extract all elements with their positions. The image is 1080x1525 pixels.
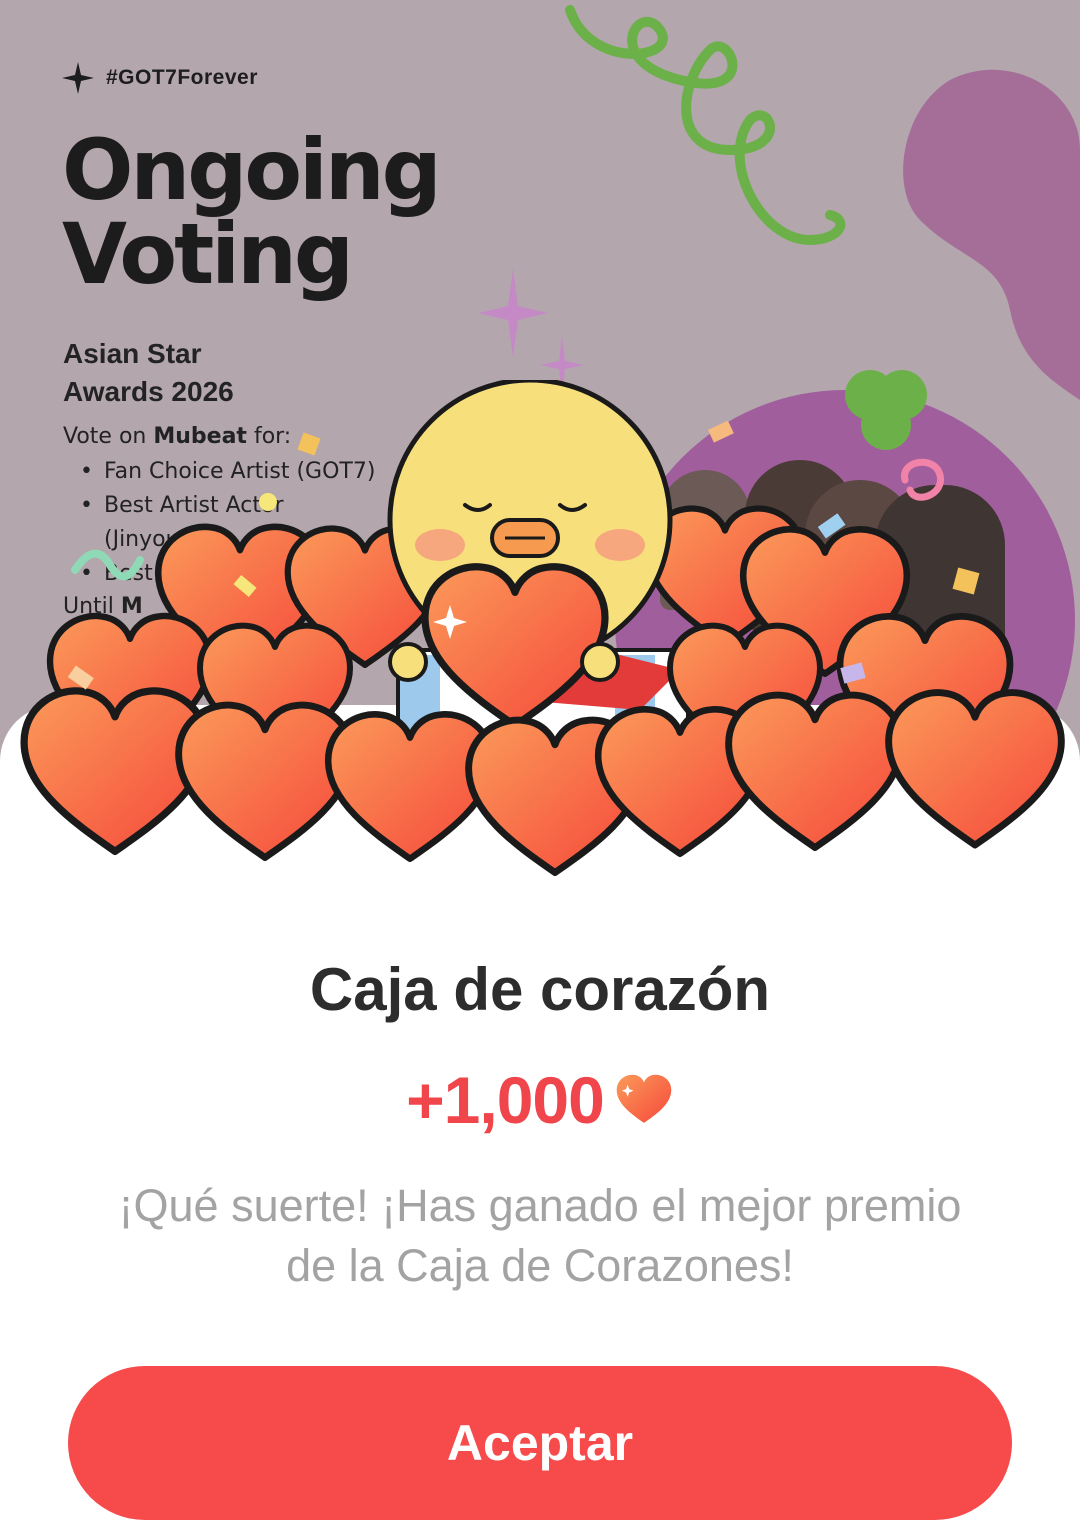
green-squiggle-decoration <box>565 5 846 246</box>
heart-icon <box>179 705 352 857</box>
reward-message: ¡Qué suerte! ¡Has ganado el mejor premio… <box>60 1176 1020 1296</box>
banner-title-line: Voting <box>62 205 354 303</box>
accept-button[interactable]: Aceptar <box>68 1366 1012 1520</box>
banner-title-line: Ongoing <box>62 121 442 219</box>
chick-wing <box>580 642 620 682</box>
heart-icon <box>729 695 902 847</box>
heart-icon <box>889 693 1062 845</box>
four-point-star-icon <box>62 62 94 94</box>
reward-message-line: de la Caja de Corazones! <box>286 1240 794 1291</box>
reward-amount-row: +1,000 <box>0 1062 1080 1138</box>
heart-box-illustration <box>0 380 1080 900</box>
hashtag-row: #GOT7Forever <box>62 62 258 94</box>
award-name-line: Asian Star <box>63 338 202 369</box>
banner-title: Ongoing Voting <box>62 128 582 296</box>
hashtag-text: #GOT7Forever <box>106 66 258 89</box>
heart-icon <box>328 714 492 858</box>
heart-icon <box>616 1074 672 1123</box>
reward-title: Caja de corazón <box>309 956 771 1023</box>
reward-message-line: ¡Qué suerte! ¡Has ganado el mejor premio <box>118 1180 962 1231</box>
reward-amount: +1,000 <box>406 1063 605 1137</box>
chick-wing <box>388 642 428 682</box>
